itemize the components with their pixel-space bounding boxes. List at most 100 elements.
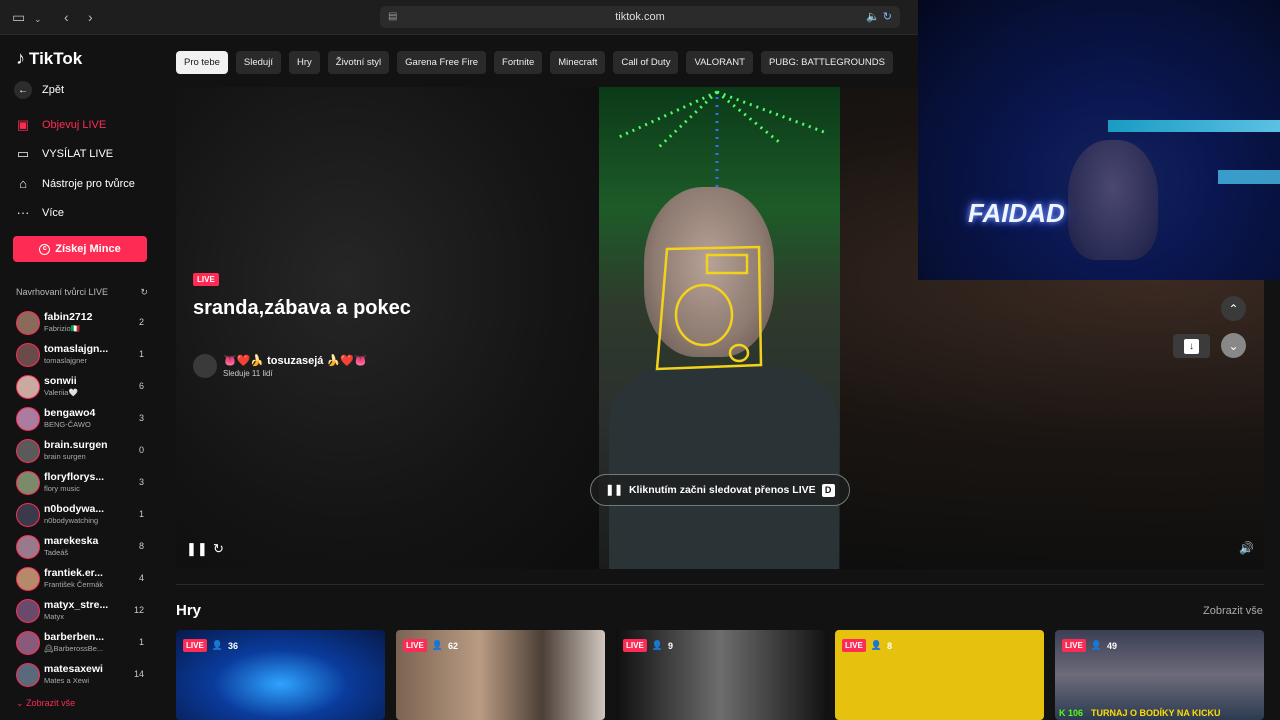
show-all-creators[interactable]: ⌄ Zobrazit vše <box>16 698 75 709</box>
stream-title: sranda,zábava a pokec <box>193 297 411 319</box>
creator-count: 4 <box>138 573 144 583</box>
creator-count: 6 <box>138 381 144 391</box>
tiktok-note-icon: ♪ <box>16 48 25 68</box>
kick-count: K 106 <box>1059 708 1084 718</box>
pause-icon[interactable]: ❚❚ <box>186 541 208 557</box>
avatar <box>16 599 40 623</box>
live-card[interactable]: LIVE 👤 62 <box>396 630 605 720</box>
cta-key-badge: D <box>821 483 835 497</box>
avatar <box>16 311 40 335</box>
chip-minecraft[interactable]: Minecraft <box>550 51 606 74</box>
creator-item[interactable]: barberben... 🕰BarberossBe... 1 <box>16 630 146 658</box>
back-icon: ← <box>14 81 32 99</box>
nav-more[interactable]: ··· Více <box>14 205 65 220</box>
back-label: Zpět <box>42 84 65 96</box>
card-tag: LIVE 👤 49 <box>1062 639 1117 652</box>
back-arrow-icon[interactable]: ‹ <box>64 8 69 26</box>
host-info[interactable]: 👅❤️🍌 tosuzasejá 🍌❤️👅 Sleduje 11 lidí <box>193 354 368 378</box>
creator-item[interactable]: bengawo4 BENG-ČAWO 3 <box>16 406 146 434</box>
creator-sub: Tadeáš <box>44 548 69 557</box>
creator-item[interactable]: brain.surgen brain surgen 0 <box>16 438 146 466</box>
pause-bars-icon: ❚❚ <box>605 484 623 496</box>
nav-discover-live[interactable]: ▣ Objevuj LIVE <box>14 117 106 133</box>
chip-pubg[interactable]: PUBG: BATTLEGROUNDS <box>760 51 893 74</box>
address-bar[interactable]: ▤ tiktok.com 🔈 ↻ <box>380 6 900 28</box>
creator-count: 1 <box>138 349 144 359</box>
creator-count: 1 <box>138 509 144 519</box>
creator-item[interactable]: matesaxewi Mates a Xewi 14 <box>16 662 146 690</box>
banner-text: TURNAJ O BODÍKY NA KICKU <box>1091 708 1221 718</box>
sidebar-toggle-icon[interactable]: ▭ <box>12 8 25 26</box>
refresh-icon[interactable]: ↻ <box>140 287 148 298</box>
creator-sub: tomaslajgner <box>44 356 87 365</box>
viewer-icon: 👤 <box>1090 640 1102 650</box>
chip-free-fire[interactable]: Garena Free Fire <box>397 51 487 74</box>
show-all-link[interactable]: Zobrazit vše <box>1203 605 1263 617</box>
live-card[interactable]: LIVE 👤 9 <box>616 630 825 720</box>
back-link[interactable]: ← Zpět <box>14 81 64 99</box>
chip-for-you[interactable]: Pro tebe <box>176 51 228 74</box>
chevron-down-icon[interactable]: ⌄ <box>34 10 42 28</box>
live-card[interactable]: LIVE 👤 36 <box>176 630 385 720</box>
viewer-icon: 👤 <box>431 640 443 650</box>
creator-item[interactable]: floryflorys... flory music 3 <box>16 470 146 498</box>
watch-live-button[interactable]: ❚❚ Kliknutím začni sledovat přenos LIVE … <box>590 474 850 506</box>
nav-go-live[interactable]: ▭ VYSÍLAT LIVE <box>14 146 113 162</box>
card-viewers: 49 <box>1107 640 1118 651</box>
audio-reload-icon[interactable]: 🔈 ↻ <box>866 6 892 28</box>
volume-icon[interactable]: 🔊 <box>1239 541 1254 555</box>
creator-item[interactable]: marekeska Tadeáš 8 <box>16 534 146 562</box>
creator-item[interactable]: n0bodywa... n0bodywatching 1 <box>16 502 146 530</box>
creator-count: 1 <box>138 637 144 647</box>
chip-fortnite[interactable]: Fortnite <box>494 51 543 74</box>
webcam-overlay: FAIDAD <box>918 0 1280 280</box>
chevron-down-icon: ⌄ <box>16 698 24 708</box>
creator-name: marekeska <box>44 535 99 547</box>
tiktok-logo[interactable]: ♪ TikTok <box>16 48 82 69</box>
avatar <box>16 535 40 559</box>
forward-arrow-icon[interactable]: › <box>88 8 93 26</box>
prev-stream-button[interactable]: ⌃ <box>1221 296 1246 321</box>
category-chips: Pro tebe Sledují Hry Životní styl Garena… <box>176 51 893 74</box>
live-card[interactable]: LIVE 👤 8 <box>835 630 1044 720</box>
creator-item[interactable]: tomaslajgn... tomaslajgner 1 <box>16 342 146 370</box>
chip-call-of-duty[interactable]: Call of Duty <box>613 51 679 74</box>
get-coins-button[interactable]: c Získej Mince <box>13 236 147 262</box>
live-icon: ▣ <box>16 117 30 132</box>
download-button[interactable]: ↓ <box>1173 334 1210 358</box>
viewer-icon: 👤 <box>651 640 663 650</box>
creator-sub: Valeriia🤍 <box>44 388 78 397</box>
chevron-up-icon: ⌃ <box>1228 301 1239 316</box>
avatar <box>16 567 40 591</box>
creator-sub: František Čermák <box>44 580 104 589</box>
creator-count: 3 <box>138 413 144 423</box>
viewer-icon: 👤 <box>211 640 223 650</box>
avatar <box>16 663 40 687</box>
chip-lifestyle[interactable]: Životní styl <box>327 51 390 74</box>
creator-item[interactable]: matyx_stre... Matyx 12 <box>16 598 146 626</box>
next-stream-button[interactable]: ⌄ <box>1221 333 1246 358</box>
creator-name: tomaslajgn... <box>44 343 109 355</box>
live-card[interactable]: LIVE 👤 49 K 106 TURNAJ O BODÍKY NA KICKU <box>1055 630 1264 720</box>
creator-name: bengawo4 <box>44 407 96 419</box>
live-badge: LIVE <box>183 639 207 652</box>
more-icon: ··· <box>16 205 30 220</box>
chip-following[interactable]: Sledují <box>235 51 281 74</box>
avatar <box>16 503 40 527</box>
chevron-down-icon: ⌄ <box>1228 338 1239 353</box>
creator-item[interactable]: sonwii Valeriia🤍 6 <box>16 374 146 402</box>
chip-games[interactable]: Hry <box>288 51 320 74</box>
creator-name: floryflorys... <box>44 471 105 483</box>
neon-shelf <box>1108 120 1280 132</box>
host-avatar <box>193 354 217 378</box>
creator-sub: Fabrizio🇮🇹 <box>44 324 81 333</box>
refresh-icon[interactable]: ↻ <box>213 541 224 557</box>
card-tag: LIVE 👤 62 <box>403 639 458 652</box>
creator-item[interactable]: frantiek.er... František Čermák 4 <box>16 566 146 594</box>
viewer-count: Sleduje 11 lidí <box>223 369 273 378</box>
chip-valorant[interactable]: VALORANT <box>686 51 753 74</box>
cta-label: Kliknutím začni sledovat přenos LIVE <box>628 484 816 496</box>
creator-item[interactable]: fabin2712 Fabrizio🇮🇹 2 <box>16 310 146 338</box>
creator-name: sonwii <box>44 375 77 387</box>
nav-creator-tools[interactable]: ⌂ Nástroje pro tvůrce <box>14 176 135 191</box>
